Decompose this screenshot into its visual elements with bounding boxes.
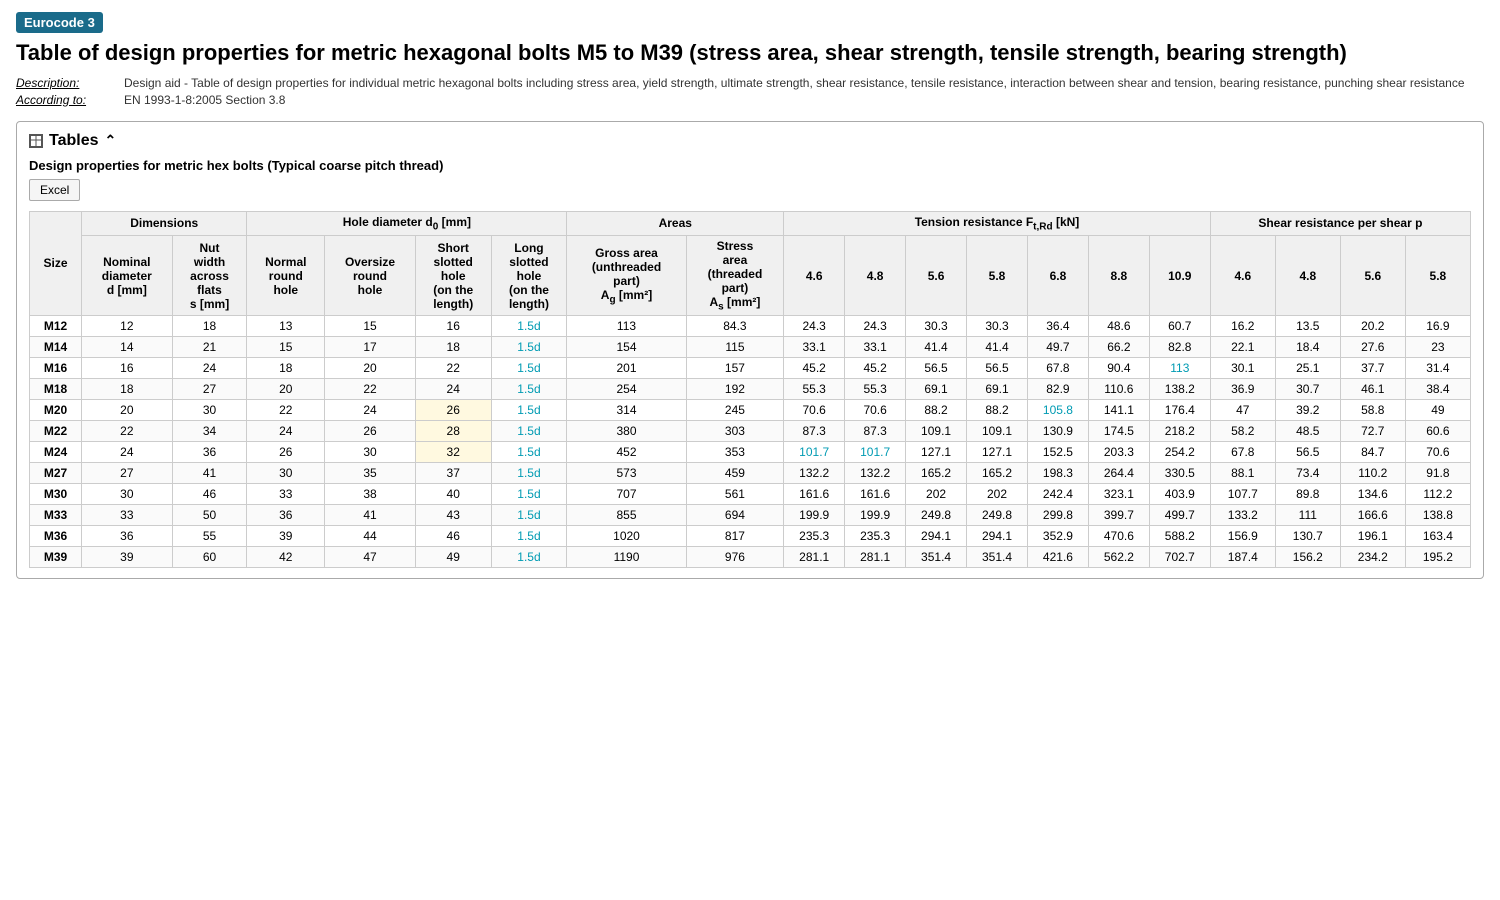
table-row: M1212181315161.5d11384.324.324.330.330.3… [30,316,1471,337]
sub-header-row: Nominaldiameterd [mm] Nutwidthacrossflat… [30,235,1471,315]
description-value: Design aid - Table of design properties … [124,76,1465,90]
table-icon [29,134,43,148]
hdr-s58: 5.8 [1405,235,1470,315]
table-row: M2222342426281.5d38030387.387.3109.1109.… [30,421,1471,442]
according-row: According to: EN 1993-1-8:2005 Section 3… [16,93,1484,107]
hdr-s46: 4.6 [1210,235,1275,315]
hdr-t56: 5.6 [906,235,967,315]
table-row: M2727413035371.5d573459132.2132.2165.216… [30,463,1471,484]
shear-header: Shear resistance per shear p [1210,211,1470,235]
table-row: M3939604247491.5d1190976281.1281.1351.43… [30,547,1471,568]
according-value: EN 1993-1-8:2005 Section 3.8 [124,93,285,107]
hdr-s56: 5.6 [1340,235,1405,315]
hdr-nominal-d: Nominaldiameterd [mm] [82,235,173,315]
hdr-t109: 10.9 [1149,235,1210,315]
hdr-stress-area: Stressarea(threadedpart)As [mm²] [686,235,784,315]
table-row: M1818272022241.5d25419255.355.369.169.18… [30,379,1471,400]
table-row: M3030463338401.5d707561161.6161.62022022… [30,484,1471,505]
chevron-up-icon: ⌃ [105,132,117,149]
table-row: M2424362630321.5d452353101.7101.7127.112… [30,442,1471,463]
hdr-short-slotted: Shortslottedhole(on thelength) [415,235,491,315]
page: Eurocode 3 Table of design properties fo… [0,0,1500,591]
hdr-t48: 4.8 [845,235,906,315]
hdr-t46: 4.6 [784,235,845,315]
page-title: Table of design properties for metric he… [16,39,1484,68]
hdr-s48: 4.8 [1275,235,1340,315]
hdr-t88: 8.8 [1088,235,1149,315]
hdr-gross-area: Gross area(unthreadedpart)Ag [mm²] [567,235,686,315]
table-row: M1414211517181.5d15411533.133.141.441.44… [30,337,1471,358]
tension-header: Tension resistance Ft,Rd [kN] [784,211,1211,235]
areas-header: Areas [567,211,784,235]
description-row: Description: Design aid - Table of desig… [16,76,1484,90]
hdr-t58: 5.8 [967,235,1028,315]
badge: Eurocode 3 [16,12,103,33]
section-header: Tables ⌃ [29,132,1471,150]
table-row: M3636553944461.5d1020817235.3235.3294.12… [30,526,1471,547]
hdr-nut-width: Nutwidthacrossflatss [mm] [172,235,247,315]
hdr-t68: 6.8 [1027,235,1088,315]
section-box: Tables ⌃ Design properties for metric he… [16,121,1484,580]
table-wrapper[interactable]: Size Dimensions Hole diameter d0 [mm] Ar… [29,211,1471,569]
section-title: Tables [49,132,99,150]
excel-button[interactable]: Excel [29,179,80,201]
table-row: M3333503641431.5d855694199.9199.9249.824… [30,505,1471,526]
size-header: Size [30,211,82,316]
table-row: M2020302224261.5d31424570.670.688.288.21… [30,400,1471,421]
table-row: M1616241820221.5d20115745.245.256.556.56… [30,358,1471,379]
col-group-row: Size Dimensions Hole diameter d0 [mm] Ar… [30,211,1471,235]
hdr-oversize: Oversizeroundhole [325,235,416,315]
data-table: Size Dimensions Hole diameter d0 [mm] Ar… [29,211,1471,569]
dimensions-header: Dimensions [82,211,247,235]
hdr-long-slotted: Longslottedhole(on thelength) [491,235,567,315]
hdr-normal: Normalroundhole [247,235,325,315]
hole-diameter-header: Hole diameter d0 [mm] [247,211,567,235]
sub-title: Design properties for metric hex bolts (… [29,158,1471,173]
description-label: Description: [16,76,116,90]
according-label: According to: [16,93,116,107]
